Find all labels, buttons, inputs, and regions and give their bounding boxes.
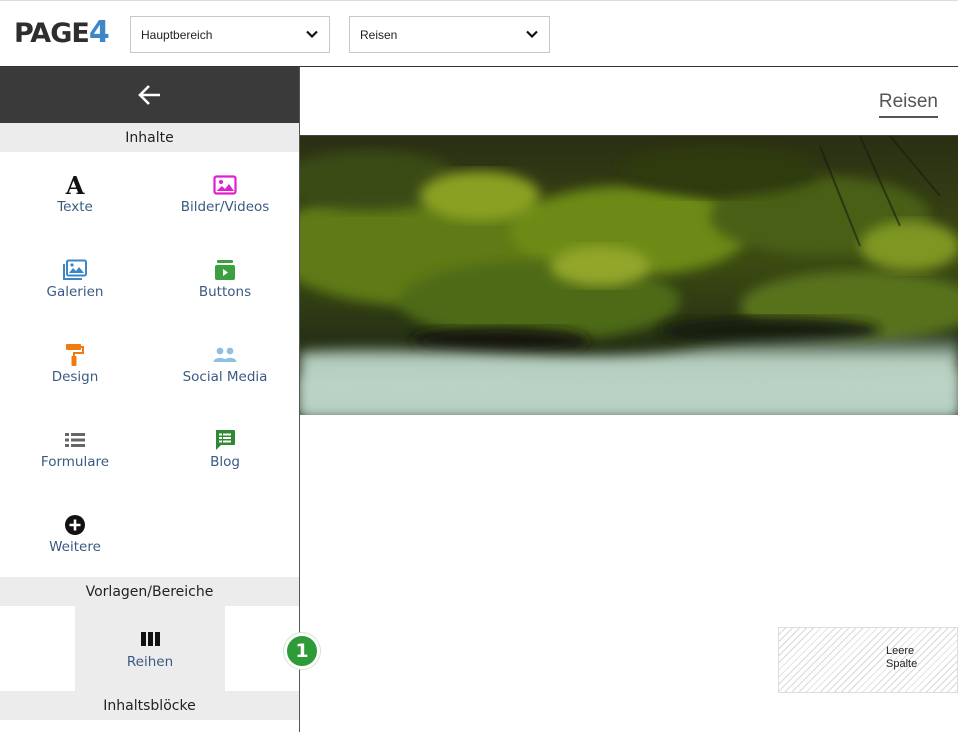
empty-column-line2: Spalte <box>886 658 918 670</box>
sidebar-item-label: Galerien <box>46 284 104 300</box>
text-icon: A <box>64 173 86 197</box>
arrow-left-icon <box>137 85 160 105</box>
image-icon <box>213 173 237 197</box>
top-bar: PAGE4 Hauptbereich Reisen <box>0 0 958 67</box>
page-select-value: Reisen <box>360 27 398 42</box>
hero-image-graphic <box>300 136 958 415</box>
sidebar-item-label: Blog <box>210 454 240 470</box>
area-select-value: Hauptbereich <box>141 27 213 42</box>
back-button[interactable] <box>0 67 299 123</box>
hero-image[interactable] <box>300 135 958 415</box>
sidebar-item-weitere[interactable]: Weitere <box>0 492 150 577</box>
sidebar-item-label: Bilder/Videos <box>180 199 270 215</box>
plus-circle-icon <box>64 513 86 537</box>
template-item-label: Reihen <box>126 654 174 670</box>
list-icon <box>65 428 85 452</box>
step-badge: 1 <box>284 633 320 669</box>
sidebar-item-label: Buttons <box>198 284 252 300</box>
page4-logo[interactable]: PAGE4 <box>14 15 110 50</box>
empty-column-line1: Leere <box>886 645 915 657</box>
svg-text:A: A <box>65 173 85 197</box>
area-select[interactable]: Hauptbereich <box>130 16 330 53</box>
empty-column-placeholder[interactable]: Leere Spalte <box>778 627 958 693</box>
logo-text: PAGE <box>14 18 90 49</box>
templates-row: Reihen <box>0 606 299 691</box>
sidebar-item-formulare[interactable]: Formulare <box>0 407 150 492</box>
template-item-reihen[interactable]: Reihen <box>75 606 225 691</box>
sidebar-item-label: Formulare <box>40 454 110 470</box>
template-slot-empty <box>0 606 75 691</box>
blog-icon <box>214 428 236 452</box>
sidebar-item-label: Texte <box>57 199 93 215</box>
sidebar-item-label: Social Media <box>182 369 268 385</box>
sidebar-item-galerien[interactable]: Galerien <box>0 237 150 322</box>
sidebar-item-buttons[interactable]: Buttons <box>150 237 299 322</box>
logo-number: 4 <box>88 15 110 50</box>
sidebar-item-texte[interactable]: A Texte <box>0 152 150 237</box>
section-header-blocks: Inhaltsblöcke <box>0 691 299 720</box>
sidebar-item-bilder-videos[interactable]: Bilder/Videos <box>150 152 299 237</box>
sidebar-item-blog[interactable]: Blog <box>150 407 299 492</box>
chevron-down-icon <box>306 30 318 39</box>
paint-roller-icon <box>65 343 85 367</box>
columns-icon <box>140 630 160 648</box>
sidebar-item-label: Design <box>51 369 99 385</box>
sidebar-item-label: Weitere <box>49 539 101 555</box>
nav-link-reisen[interactable]: Reisen <box>878 91 938 118</box>
sidebar-item-social-media[interactable]: Social Media <box>150 322 299 407</box>
page-select[interactable]: Reisen <box>349 16 550 53</box>
sidebar-item-design[interactable]: Design <box>0 322 150 407</box>
gallery-icon <box>62 258 88 282</box>
chevron-down-icon <box>526 30 538 39</box>
button-icon <box>214 258 236 282</box>
empty-column-label: Leere Spalte <box>886 645 917 671</box>
section-header-content: Inhalte <box>0 123 299 152</box>
users-icon <box>213 343 237 367</box>
section-header-templates: Vorlagen/Bereiche <box>0 577 299 606</box>
sidebar: Inhalte A Texte Bilder/Videos Galerien B… <box>0 67 300 732</box>
